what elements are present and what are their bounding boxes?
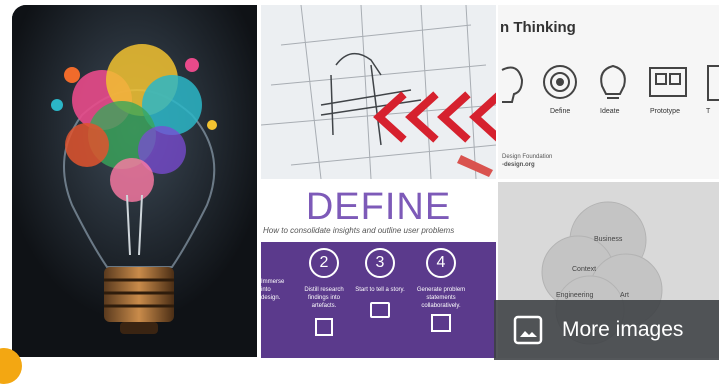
research-icon (315, 318, 333, 336)
credit-line-2: -design.org (502, 162, 535, 168)
board-icon (431, 314, 451, 332)
define-step-4: 4 Generate problem statements collaborat… (411, 248, 471, 332)
stage-label-ideate: Ideate (600, 108, 620, 115)
image-icon (513, 315, 543, 345)
venn-label-engineering: Engineering (556, 292, 594, 299)
design-thinking-title: n Thinking (500, 19, 576, 36)
test-icon (707, 65, 719, 101)
image-results-grid: n Thinking Define Ideate Prototype T Des… (0, 0, 719, 384)
image-tile-sketch[interactable] (261, 5, 496, 179)
credit-line-1: Design Foundation (502, 154, 553, 160)
step-number-3: 3 (365, 248, 395, 278)
define-title: DEFINE (305, 186, 452, 228)
stage-label-test: T (706, 108, 711, 115)
image-tile-design-thinking[interactable]: n Thinking Define Ideate Prototype T Des… (498, 5, 719, 179)
step-text-4: Generate problem statements collaborativ… (416, 287, 466, 309)
venn-label-art: Art (620, 292, 629, 299)
step-text-2: Distill research findings into artefacts… (304, 287, 344, 309)
stage-label-define: Define (550, 108, 571, 115)
step-number-2: 2 (309, 248, 339, 278)
define-step-3: 3 Start to tell a story. (353, 248, 407, 318)
empathize-head-icon (501, 66, 524, 103)
more-images-label: More images (562, 318, 684, 341)
venn-label-context: Context (572, 266, 597, 273)
step-text-3: Start to tell a story. (355, 287, 405, 293)
image-tile-lightbulb[interactable] (12, 5, 257, 357)
lightbulb-illustration (12, 5, 257, 357)
credit: Design Foundation -design.org (502, 153, 552, 169)
sketch-illustration (261, 5, 496, 179)
book-icon (370, 302, 390, 318)
image-tile-define[interactable]: DEFINE How to consolidate insights and o… (261, 182, 496, 358)
bulb-icon (600, 64, 626, 95)
define-subtitle: How to consolidate insights and outline … (263, 226, 455, 235)
step-number-4: 4 (426, 248, 456, 278)
stage-label-prototype: Prototype (650, 108, 680, 115)
more-images-button[interactable]: More images (494, 300, 719, 360)
define-step-2: 2 Distill research findings into artefac… (297, 248, 351, 336)
venn-label-business: Business (594, 236, 623, 243)
define-partial-text: Immerse into design. (261, 279, 285, 301)
